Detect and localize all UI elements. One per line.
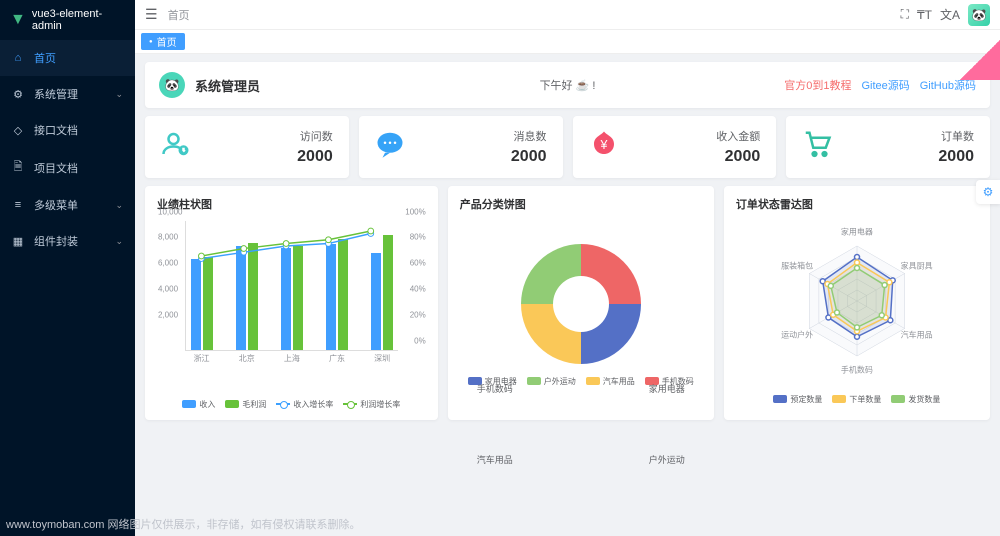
user-name: 系统管理员 bbox=[195, 76, 260, 95]
radar-chart-card: 订单状态雷达图 家用电器家具厨具汽车用品手机数码运动户外服装箱包 预定数量下单数… bbox=[724, 186, 990, 420]
app-logo[interactable]: ▼ vue3-element-admin bbox=[0, 0, 135, 40]
nav-api-doc[interactable]: ◇ 接口文档 bbox=[0, 112, 135, 148]
gear-icon: ⚙ bbox=[12, 88, 24, 101]
nav-multi-menu[interactable]: ≡ 多级菜单 ⌄ bbox=[0, 187, 135, 223]
nav-project-doc[interactable]: 🗎 项目文档 bbox=[0, 148, 135, 187]
nav-components[interactable]: ▦ 组件封装 ⌄ bbox=[0, 223, 135, 259]
cart-icon bbox=[802, 129, 832, 166]
nav-menu: ⌂ 首页 ⚙ 系统管理 ⌄ ◇ 接口文档 🗎 项目文档 ≡ 多级菜单 ⌄ bbox=[0, 40, 135, 259]
stat-visits: 访问数2000 bbox=[145, 116, 349, 178]
vue-icon: ▼ bbox=[10, 11, 26, 29]
breadcrumb: 首页 bbox=[168, 7, 190, 23]
app-name: vue3-element-admin bbox=[32, 8, 125, 32]
pie-chart-title: 产品分类饼图 bbox=[460, 196, 702, 212]
fontsize-icon[interactable]: ₸T bbox=[917, 8, 932, 22]
link-gitee[interactable]: Gitee源码 bbox=[861, 77, 909, 93]
user-avatar: 🐼 bbox=[159, 72, 185, 98]
watermark-text: www.toymoban.com 网络图片仅供展示，非存储，如有侵权请联系删除。 bbox=[6, 516, 360, 532]
visits-icon bbox=[161, 129, 191, 166]
stat-messages: 消息数2000 bbox=[359, 116, 563, 178]
pie-chart-card: 产品分类饼图 家用电器 户外运动 汽车用品 手机数码 家用电器户外运动汽车用品手… bbox=[448, 186, 714, 420]
home-icon: ⌂ bbox=[12, 52, 24, 64]
doc-icon: 🗎 bbox=[12, 158, 24, 177]
greeting: 下午好 ☕ ! bbox=[540, 77, 596, 93]
chevron-down-icon: ⌄ bbox=[115, 200, 123, 211]
stat-income: ¥ 收入金额2000 bbox=[573, 116, 777, 178]
nav-system[interactable]: ⚙ 系统管理 ⌄ bbox=[0, 76, 135, 112]
hamburger-icon[interactable]: ☰ bbox=[145, 6, 158, 23]
hero-card: 🐼 系统管理员 下午好 ☕ ! 官方0到1教程 Gitee源码 GitHub源码 bbox=[145, 62, 990, 108]
tabs: 首页 bbox=[135, 30, 1000, 54]
avatar[interactable]: 🐼 bbox=[968, 4, 990, 26]
link-tutorial[interactable]: 官方0到1教程 bbox=[784, 77, 851, 93]
chevron-down-icon: ⌄ bbox=[115, 236, 123, 247]
message-icon bbox=[375, 129, 405, 166]
pie-chart: 家用电器 户外运动 汽车用品 手机数码 家用电器户外运动汽车用品手机数码 bbox=[460, 220, 702, 410]
radar-chart-title: 订单状态雷达图 bbox=[736, 196, 978, 212]
grid-icon: ▦ bbox=[12, 235, 24, 248]
sidebar: ▼ vue3-element-admin ⌂ 首页 ⚙ 系统管理 ⌄ ◇ 接口文… bbox=[0, 0, 135, 536]
api-icon: ◇ bbox=[12, 124, 24, 137]
radar-chart: 家用电器家具厨具汽车用品手机数码运动户外服装箱包 预定数量下单数量发货数量 bbox=[736, 220, 978, 410]
svg-text:¥: ¥ bbox=[599, 138, 607, 152]
nav-home[interactable]: ⌂ 首页 bbox=[0, 40, 135, 76]
chevron-down-icon: ⌄ bbox=[115, 89, 123, 100]
bar-chart-card: 业绩柱状图 2,0004,0006,0008,00010,0000%20%40%… bbox=[145, 186, 438, 420]
income-icon: ¥ bbox=[589, 129, 619, 166]
topbar: ☰ 首页 ⛶ ₸T 文A 🐼 bbox=[135, 0, 1000, 30]
settings-float-button[interactable]: ⚙ bbox=[976, 180, 1000, 204]
tab-home[interactable]: 首页 bbox=[141, 33, 185, 50]
menu-icon: ≡ bbox=[12, 199, 24, 211]
bar-chart-title: 业绩柱状图 bbox=[157, 196, 426, 212]
bar-chart: 2,0004,0006,0008,00010,0000%20%40%60%80%… bbox=[157, 220, 426, 410]
stat-orders: 订单数2000 bbox=[786, 116, 990, 178]
fullscreen-icon[interactable]: ⛶ bbox=[901, 7, 909, 22]
language-icon[interactable]: 文A bbox=[940, 6, 960, 23]
corner-ribbon[interactable] bbox=[960, 40, 1000, 80]
